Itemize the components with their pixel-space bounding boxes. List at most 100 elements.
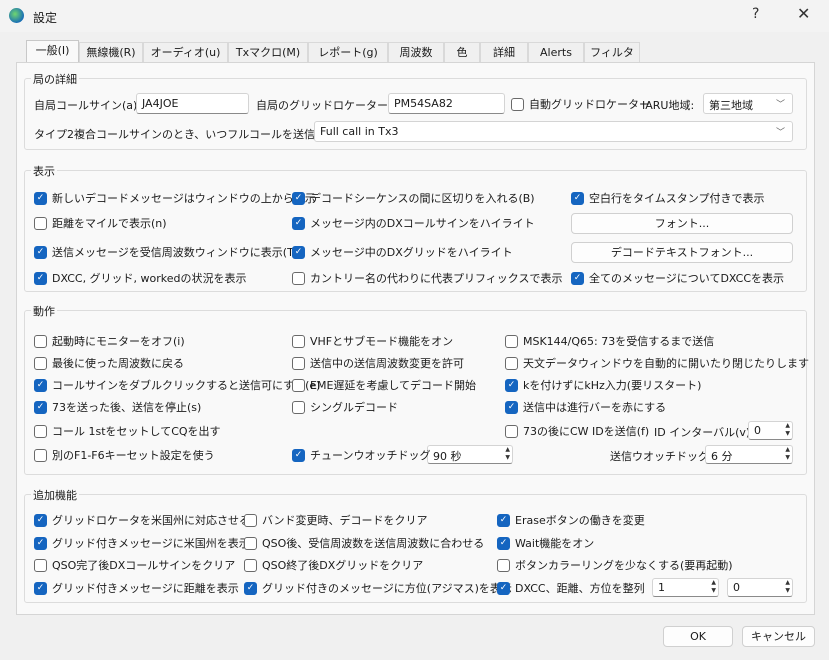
tab-9[interactable]: フィルタ: [584, 42, 640, 63]
checkbox-label: コール 1stをセットしてCQを出す: [52, 425, 221, 438]
tune-watchdog-spinbox[interactable]: 90 秒 ▲ ▼: [427, 445, 513, 464]
display-checkbox-7[interactable]: ✓ DXCC, グリッド, workedの状況を表示: [34, 270, 247, 286]
type2-label: タイプ2複合コールサインのとき、いつフルコールを送信するか:: [34, 128, 352, 141]
behavior-checkbox-1[interactable]: VHFとサブモード機能をオン: [292, 333, 453, 349]
spin-value: 6 分: [711, 450, 733, 463]
checkbox-box: [34, 356, 47, 370]
behavior-checkbox-12[interactable]: コール 1stをセットしてCQを出す: [34, 423, 221, 439]
behavior-checkbox-2[interactable]: MSK144/Q65: 73を受信するまで送信: [505, 333, 714, 349]
tab-4[interactable]: レポート(g): [308, 42, 388, 63]
display-checkbox-3[interactable]: 距離をマイルで表示(n): [34, 215, 167, 231]
chevron-down-icon: ﹀: [775, 128, 785, 138]
font-button[interactable]: フォント...: [571, 213, 793, 234]
behavior-checkbox-5[interactable]: 天文データウィンドウを自動的に開いたり閉じたりします: [505, 355, 809, 371]
checkmark-icon: ✓: [34, 378, 47, 392]
extra-checkbox-4[interactable]: QSO後、受信周波数を送信周波数に合わせる: [244, 535, 484, 551]
checkbox-box: [497, 558, 510, 572]
display-checkbox-0[interactable]: ✓ 新しいデコードメッセージはウィンドウの上から表示: [34, 190, 316, 206]
checkbox-label: メッセージ中のDXグリッドをハイライト: [310, 246, 513, 259]
decode-font-button[interactable]: デコードテキストフォント...: [571, 242, 793, 263]
checkbox-box: [292, 334, 305, 348]
display-checkbox-9[interactable]: ✓ 全てのメッセージについてDXCCを表示: [571, 270, 784, 286]
extra-checkbox-3[interactable]: ✓ グリッド付きメッセージに米国州を表示: [34, 535, 250, 551]
auto-grid-checkbox[interactable]: 自動グリッドロケーター: [511, 96, 650, 112]
checkmark-icon: ✓: [34, 536, 47, 550]
extra-checkbox-10[interactable]: ✓ グリッド付きのメッセージに方位(アジマス)を表示: [244, 580, 512, 596]
checkbox-label: バンド変更時、デコードをクリア: [262, 514, 428, 527]
extra-checkbox-6[interactable]: QSO完了後DXコールサインをクリア: [34, 557, 235, 573]
checkbox-box: [292, 378, 305, 392]
tab-0[interactable]: 一般(I): [26, 40, 79, 63]
checkbox-label: 起動時にモニターをオフ(i): [52, 335, 185, 348]
checkbox-label: Wait機能をオン: [515, 537, 595, 550]
behavior-checkbox-13[interactable]: 73の後にCW IDを送信(f): [505, 423, 649, 439]
spin-arrows-icon[interactable]: ▲ ▼: [785, 422, 790, 438]
type2-value: Full call in Tx3: [320, 125, 399, 138]
grid-label: 自局のグリッドロケーター(y):: [256, 99, 407, 112]
extra-checkbox-7[interactable]: QSO終了後DXグリッドをクリア: [244, 557, 423, 573]
checkmark-icon: ✓: [34, 191, 47, 205]
behavior-checkbox-7[interactable]: EME遅延を考慮してデコード開始: [292, 377, 476, 393]
behavior-checkbox-8[interactable]: ✓ kを付けずにkHz入力(要リスタート): [505, 377, 701, 393]
align-spinbox-2[interactable]: 0 ▲ ▼: [727, 578, 793, 597]
checkbox-label: 送信メッセージを受信周波数ウィンドウに表示(T): [52, 246, 299, 259]
tab-8[interactable]: Alerts: [528, 42, 584, 63]
checkbox-label: MSK144/Q65: 73を受信するまで送信: [523, 335, 715, 348]
display-checkbox-4[interactable]: ✓ メッセージ内のDXコールサインをハイライト: [292, 215, 535, 231]
spin-arrows-icon[interactable]: ▲ ▼: [785, 446, 790, 462]
cancel-button[interactable]: キャンセル: [742, 626, 815, 647]
checkmark-icon: ✓: [292, 245, 305, 259]
display-checkbox-8[interactable]: カントリー名の代わりに代表プリフィックスで表示: [292, 270, 562, 286]
display-checkbox-1[interactable]: ✓ デコードシーケンスの間に区切りを入れる(B): [292, 190, 535, 206]
type2-select[interactable]: Full call in Tx3 ﹀: [314, 121, 793, 142]
checkmark-icon: ✓: [497, 581, 510, 595]
tab-5[interactable]: 周波数: [388, 42, 444, 63]
display-checkbox-6[interactable]: ✓ メッセージ中のDXグリッドをハイライト: [292, 244, 513, 260]
checkbox-label: DXCC, グリッド, workedの状況を表示: [52, 272, 247, 285]
behavior-checkbox-14[interactable]: 別のF1-F6キーセット設定を使う: [34, 447, 215, 463]
checkbox-label: 最後に使った周波数に戻る: [52, 357, 184, 370]
tab-7[interactable]: 詳細: [480, 42, 528, 63]
tab-6[interactable]: 色: [444, 42, 480, 63]
behavior-checkbox-11[interactable]: ✓ 送信中は進行バーを赤にする: [505, 399, 666, 415]
extra-checkbox-9[interactable]: ✓ グリッド付きメッセージに距離を表示: [34, 580, 239, 596]
behavior-checkbox-6[interactable]: ✓ コールサインをダブルクリックすると送信可にする(e): [34, 377, 320, 393]
checkbox-box: [34, 334, 47, 348]
checkbox-label: 空白行をタイムスタンプ付きで表示: [589, 192, 765, 205]
checkbox-label: QSO後、受信周波数を送信周波数に合わせる: [262, 537, 485, 550]
display-checkbox-5[interactable]: ✓ 送信メッセージを受信周波数ウィンドウに表示(T): [34, 244, 298, 260]
callsign-input[interactable]: JA4JOE: [136, 93, 249, 114]
tab-2[interactable]: オーディオ(u): [143, 42, 228, 63]
tab-3[interactable]: Txマクロ(M): [228, 42, 308, 63]
behavior-checkbox-3[interactable]: 最後に使った周波数に戻る: [34, 355, 184, 371]
ok-button[interactable]: OK: [663, 626, 733, 647]
checkmark-icon: ✓: [34, 400, 47, 414]
extra-checkbox-11[interactable]: ✓ DXCC、距離、方位を整列: [497, 580, 645, 596]
display-checkbox-2[interactable]: ✓ 空白行をタイムスタンプ付きで表示: [571, 190, 764, 206]
checkbox-label: シングルデコード: [310, 401, 398, 414]
tab-1[interactable]: 無線機(R): [79, 42, 143, 63]
behavior-checkbox-4[interactable]: 送信中の送信周波数変更を許可: [292, 355, 464, 371]
id-interval-spinbox[interactable]: 0 ▲ ▼: [748, 421, 793, 440]
behavior-checkbox-0[interactable]: 起動時にモニターをオフ(i): [34, 333, 185, 349]
help-button[interactable]: ?: [752, 6, 759, 22]
spin-arrows-icon[interactable]: ▲ ▼: [785, 579, 790, 595]
extra-checkbox-5[interactable]: ✓ Wait機能をオン: [497, 535, 594, 551]
extra-checkbox-0[interactable]: ✓ グリッドロケータを米国州に対応させる: [34, 512, 250, 528]
spin-arrows-icon[interactable]: ▲ ▼: [711, 579, 716, 595]
grid-input[interactable]: PM54SA82: [388, 93, 505, 114]
checkbox-label: EME遅延を考慮してデコード開始: [310, 379, 477, 392]
close-button[interactable]: ✕: [797, 4, 810, 23]
spin-arrows-icon[interactable]: ▲ ▼: [505, 446, 510, 462]
checkbox-label: 全てのメッセージについてDXCCを表示: [589, 272, 785, 285]
tx-watchdog-spinbox[interactable]: 6 分 ▲ ▼: [705, 445, 793, 464]
checkbox-label: グリッド付きメッセージに米国州を表示: [52, 537, 250, 550]
align-spinbox-1[interactable]: 1 ▲ ▼: [652, 578, 719, 597]
iaru-select[interactable]: 第三地域 ﹀: [703, 93, 793, 114]
extra-checkbox-8[interactable]: ボタンカラーリングを少なくする(要再起動): [497, 557, 733, 573]
behavior-checkbox-9[interactable]: ✓ 73を送った後、送信を停止(s): [34, 399, 201, 415]
extra-checkbox-1[interactable]: バンド変更時、デコードをクリア: [244, 512, 428, 528]
extra-checkbox-2[interactable]: ✓ Eraseボタンの働きを変更: [497, 512, 645, 528]
behavior-checkbox-15[interactable]: ✓ チューンウオッチドッグ: [292, 447, 430, 463]
behavior-checkbox-10[interactable]: シングルデコード: [292, 399, 398, 415]
